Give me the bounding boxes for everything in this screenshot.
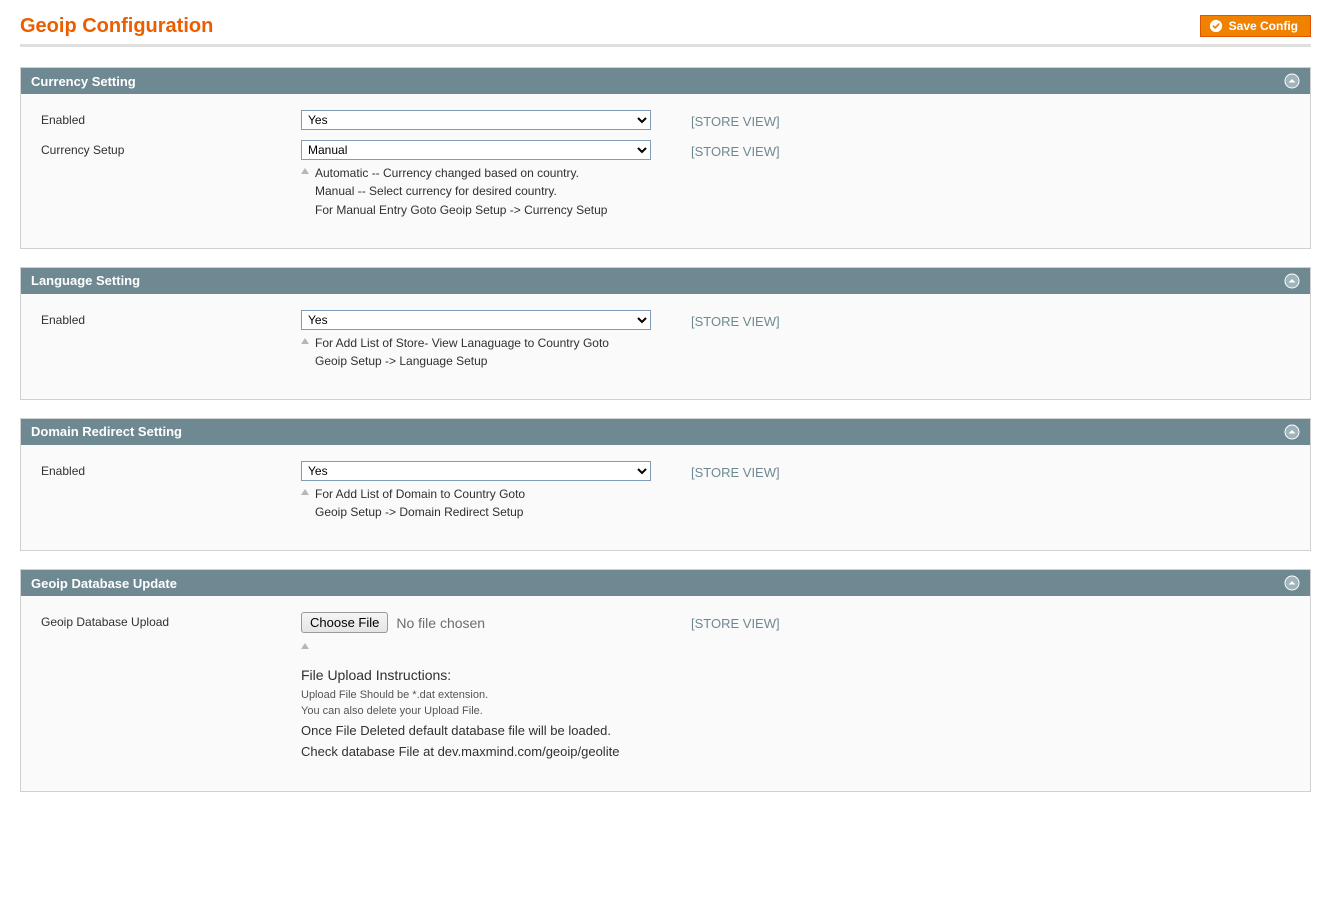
save-config-button[interactable]: Save Config bbox=[1200, 15, 1311, 37]
instructions-line: Check database File at dev.maxmind.com/g… bbox=[301, 742, 651, 763]
chevron-up-icon bbox=[1284, 575, 1300, 591]
section-header-domain[interactable]: Domain Redirect Setting bbox=[21, 419, 1310, 445]
section-title: Language Setting bbox=[31, 273, 140, 288]
field-label-enabled: Enabled bbox=[41, 310, 301, 327]
scope-link[interactable]: [STORE VIEW] bbox=[691, 113, 780, 132]
section-currency: Currency Setting Enabled Yes [STORE VIEW… bbox=[20, 67, 1311, 249]
instructions-line: Upload File Should be *.dat extension. bbox=[301, 689, 651, 701]
field-label-enabled: Enabled bbox=[41, 110, 301, 127]
file-status: No file chosen bbox=[396, 615, 485, 631]
scope-link[interactable]: [STORE VIEW] bbox=[691, 464, 780, 483]
field-label-currency-setup: Currency Setup bbox=[41, 140, 301, 157]
divider bbox=[20, 44, 1311, 47]
triangle-up-icon bbox=[301, 489, 309, 522]
scope-link[interactable]: [STORE VIEW] bbox=[691, 313, 780, 332]
save-config-label: Save Config bbox=[1229, 19, 1298, 33]
field-note-text: For Add List of Domain to Country Goto G… bbox=[315, 485, 525, 522]
instructions-line: You can also delete your Upload File. bbox=[301, 705, 651, 717]
chevron-up-icon bbox=[1284, 73, 1300, 89]
section-header-db[interactable]: Geoip Database Update bbox=[21, 570, 1310, 596]
section-header-currency[interactable]: Currency Setting bbox=[21, 68, 1310, 94]
domain-enabled-select[interactable]: Yes bbox=[301, 461, 651, 481]
chevron-up-icon bbox=[1284, 424, 1300, 440]
section-title: Geoip Database Update bbox=[31, 576, 177, 591]
scope-link[interactable]: [STORE VIEW] bbox=[691, 143, 780, 162]
instructions-title: File Upload Instructions: bbox=[301, 667, 651, 683]
section-language: Language Setting Enabled Yes For Add Lis… bbox=[20, 267, 1311, 400]
triangle-up-icon bbox=[301, 168, 309, 220]
choose-file-button[interactable]: Choose File bbox=[301, 612, 388, 633]
check-circle-icon bbox=[1209, 19, 1223, 33]
section-title: Currency Setting bbox=[31, 74, 136, 89]
section-domain: Domain Redirect Setting Enabled Yes For … bbox=[20, 418, 1311, 551]
section-db: Geoip Database Update Geoip Database Upl… bbox=[20, 569, 1311, 792]
section-header-language[interactable]: Language Setting bbox=[21, 268, 1310, 294]
currency-setup-select[interactable]: Manual bbox=[301, 140, 651, 160]
page-title: Geoip Configuration bbox=[20, 15, 213, 38]
triangle-up-icon bbox=[301, 643, 309, 649]
currency-enabled-select[interactable]: Yes bbox=[301, 110, 651, 130]
section-title: Domain Redirect Setting bbox=[31, 424, 182, 439]
scope-link[interactable]: [STORE VIEW] bbox=[691, 615, 780, 634]
instructions-line: Once File Deleted default database file … bbox=[301, 721, 651, 742]
chevron-up-icon bbox=[1284, 273, 1300, 289]
language-enabled-select[interactable]: Yes bbox=[301, 310, 651, 330]
field-note-text: For Add List of Store- View Lanaguage to… bbox=[315, 334, 609, 371]
field-note-text: Automatic -- Currency changed based on c… bbox=[315, 164, 607, 220]
field-label-db-upload: Geoip Database Upload bbox=[41, 612, 301, 629]
triangle-up-icon bbox=[301, 338, 309, 371]
field-label-enabled: Enabled bbox=[41, 461, 301, 478]
